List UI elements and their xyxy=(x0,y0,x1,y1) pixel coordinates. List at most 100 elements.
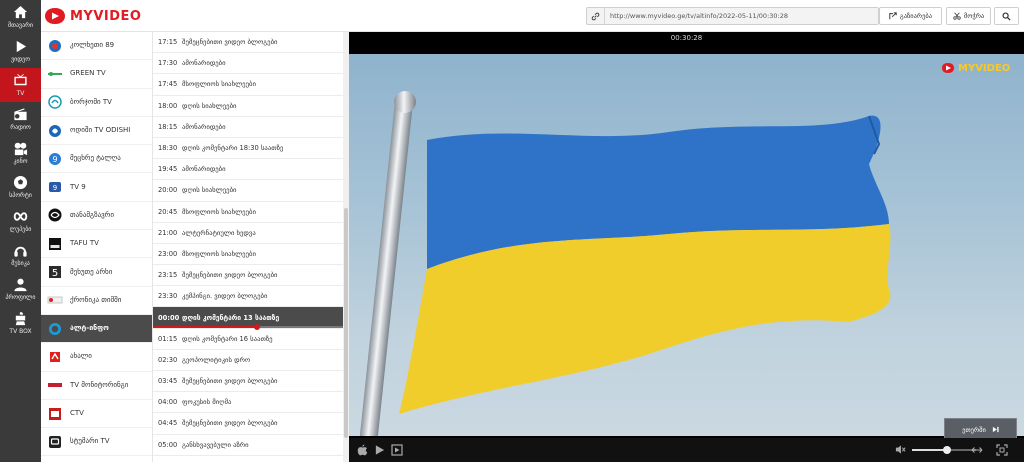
program-time: 18:30 xyxy=(158,144,178,153)
program-schedule: 17:15 შემეცნებითი ვიდეო ბლოგები 17:30 ამონ… xyxy=(153,32,343,462)
channel-item-kolkheti89[interactable]: კოლხეთი 89 xyxy=(41,32,152,61)
program-title: დღის სიახლეები xyxy=(182,186,237,195)
volume-slider-fill xyxy=(912,449,948,451)
schedule-row[interactable]: 04:45 შემეცნებითი ვიდეო ბლოგები xyxy=(153,413,343,435)
program-title: დღის სიახლეები xyxy=(182,101,237,110)
schedule-row[interactable]: 03:45 შემეცნებითი ვიდეო ბლოგები xyxy=(153,371,343,393)
channel-item-alt-info[interactable]: ალტ-ინფო xyxy=(41,314,152,344)
schedule-row[interactable]: 18:15 ამონარიდები xyxy=(153,117,343,138)
channel-name: სტუმარი TV xyxy=(70,437,110,446)
program-title: ამონარიდები xyxy=(182,59,226,68)
next-icon[interactable] xyxy=(391,444,403,456)
program-title: შემეცნებითი ვიდეო ბლოგები xyxy=(182,271,278,280)
schedule-row[interactable]: 02:30 გეოპოლიტიკის დრო xyxy=(153,350,343,371)
volume-icon[interactable] xyxy=(895,444,906,455)
schedule-row[interactable]: 20:45 მსოფლიოს სიახლეები xyxy=(153,202,343,223)
program-title: განსხვავებული აზრი xyxy=(182,440,249,449)
home-icon xyxy=(13,5,28,19)
rail-item-music[interactable]: მუსიკა xyxy=(0,238,41,272)
schedule-row-current[interactable]: 00:00 დღის კომენტარი 13 საათზე xyxy=(153,307,343,330)
rail-item-profile[interactable]: პროფილი xyxy=(0,272,41,306)
channel-item-green-tv[interactable]: GREEN TV xyxy=(41,60,152,89)
play-icon[interactable] xyxy=(374,444,385,456)
channel-item-kronika-timshi[interactable]: ქრონიკა თიმში xyxy=(41,287,152,315)
channel-item-ctv[interactable]: CTV xyxy=(41,400,152,429)
flagpole xyxy=(359,103,413,436)
program-title: შემეცნებითი ვიდეო ბლოგები xyxy=(182,419,278,428)
program-time: 23:00 xyxy=(158,249,178,258)
rail-item-video[interactable]: ვიდეო xyxy=(0,34,41,68)
flag-video-image xyxy=(359,91,891,436)
schedule-row[interactable]: 17:30 ამონარიდები xyxy=(153,53,343,75)
apple-icon[interactable] xyxy=(357,444,368,456)
rail-label-home: მთავარი xyxy=(8,22,33,29)
volume-slider[interactable] xyxy=(912,446,976,454)
svg-text:9: 9 xyxy=(52,155,57,164)
skip-forward-icon xyxy=(992,426,999,433)
channel-logo-icon xyxy=(46,405,64,423)
cut-button-label: მოჭრა xyxy=(963,12,985,20)
rail-item-tv[interactable]: TV xyxy=(0,68,41,102)
rail-item-sport[interactable]: სპორტი xyxy=(0,170,41,204)
player-watermark: MYVIDEO xyxy=(941,62,1010,74)
user-icon xyxy=(14,278,27,292)
schedule-row[interactable]: 05:00 განსხვავებული აზრი xyxy=(153,435,343,456)
channel-name: TAFU TV xyxy=(70,239,99,248)
search-button[interactable] xyxy=(994,7,1019,25)
channel-item-mekhute-arkhi[interactable]: 5 მეხუთე არხი xyxy=(41,258,152,287)
schedule-row[interactable]: 23:00 მსოფლიოს სიახლეები xyxy=(153,244,343,266)
volume-slider-knob[interactable] xyxy=(943,446,952,454)
site-logo[interactable]: MYVIDEO xyxy=(44,7,141,25)
channel-item-tanamgzavri[interactable]: თანამგზავრი xyxy=(41,202,152,231)
expand-width-icon[interactable] xyxy=(971,444,983,456)
player-controls xyxy=(349,438,1024,462)
schedule-row[interactable]: 19:45 ამონარიდები xyxy=(153,159,343,181)
schedule-row[interactable]: 20:00 დღის სიახლეები xyxy=(153,180,343,202)
channel-item-akhali[interactable]: ახალი xyxy=(41,343,152,372)
schedule-row[interactable]: 04:00 ფოკუსის მიღმა xyxy=(153,392,343,414)
copy-link-button[interactable] xyxy=(587,8,605,24)
program-progress-bar[interactable] xyxy=(153,323,343,330)
schedule-row[interactable]: 18:30 დღის კომენტარი 18:30 საათზე xyxy=(153,138,343,160)
rail-label-tv: TV xyxy=(16,90,25,97)
video-player[interactable]: 00:30:28 MYVIDEO ეთერში xyxy=(349,32,1024,462)
channel-item-tafu-tv[interactable]: TAFU TV xyxy=(41,230,152,259)
schedule-row[interactable]: 17:45 მსოფლიოს სიახლეები xyxy=(153,74,343,96)
rail-item-loops[interactable]: ლუპები xyxy=(0,204,41,238)
schedule-row[interactable]: 23:30 კემპინგი. ვიდეო ბლოგები xyxy=(153,286,343,308)
channel-item-tv-monitoringi[interactable]: TV მონიტორინგი xyxy=(41,372,152,400)
share-button[interactable]: გაზიარება xyxy=(879,7,942,25)
rail-item-cinema[interactable]: კინო xyxy=(0,136,41,170)
program-title: დღის კომენტარი 18:30 საათზე xyxy=(182,144,284,153)
rail-item-tvbox[interactable]: TV BOX xyxy=(0,306,41,340)
schedule-scrollbar-thumb[interactable] xyxy=(344,208,348,438)
cut-button[interactable]: მოჭრა xyxy=(946,7,991,25)
video-frame[interactable]: MYVIDEO ეთერში xyxy=(349,54,1024,441)
schedule-row[interactable]: 01:15 დღის კომენტარი 16 საათზე xyxy=(153,329,343,350)
rail-label-profile: პროფილი xyxy=(5,294,36,301)
share-url-text[interactable]: http://www.myvideo.ge/tv/altinfo/2022-05… xyxy=(605,12,788,20)
schedule-row[interactable]: 21:00 ალტერნატიული ხედვა xyxy=(153,223,343,244)
channel-item-tv9[interactable]: 9 TV 9 xyxy=(41,173,152,202)
channel-item-stumari-tv[interactable]: სტუმარი TV xyxy=(41,428,152,457)
play-icon xyxy=(16,40,27,53)
rail-item-home[interactable]: მთავარი xyxy=(0,0,41,34)
schedule-row[interactable]: 18:00 დღის სიახლეები xyxy=(153,96,343,117)
channel-name: ახალი xyxy=(70,352,92,361)
channel-item-borjomi-tv[interactable]: ბორჯომი TV xyxy=(41,89,152,117)
program-title: გეოპოლიტიკის დრო xyxy=(182,355,251,364)
program-progress-fill xyxy=(153,325,257,328)
scissors-icon xyxy=(953,12,961,20)
channel-item-odishi-tv[interactable]: ოდიში TV ODISHI xyxy=(41,117,152,146)
program-time: 17:30 xyxy=(158,59,178,68)
schedule-row[interactable]: 23:15 შემეცნებითი ვიდეო ბლოგები xyxy=(153,265,343,287)
fullscreen-icon[interactable] xyxy=(996,444,1008,456)
program-title: შემეცნებითი ვიდეო ბლოგები xyxy=(182,377,278,386)
rail-item-radio[interactable]: რადიო xyxy=(0,102,41,136)
channel-logo-icon xyxy=(46,65,64,83)
svg-text:9: 9 xyxy=(53,184,57,192)
channel-item-metskhre-talgha[interactable]: 9 მეცხრე ტალღა xyxy=(41,145,152,174)
schedule-row[interactable]: 17:15 შემეცნებითი ვიდეო ბლოგები xyxy=(153,32,343,54)
logo-text: MYVIDEO xyxy=(70,8,142,24)
channel-logo-icon: 9 xyxy=(46,178,64,196)
